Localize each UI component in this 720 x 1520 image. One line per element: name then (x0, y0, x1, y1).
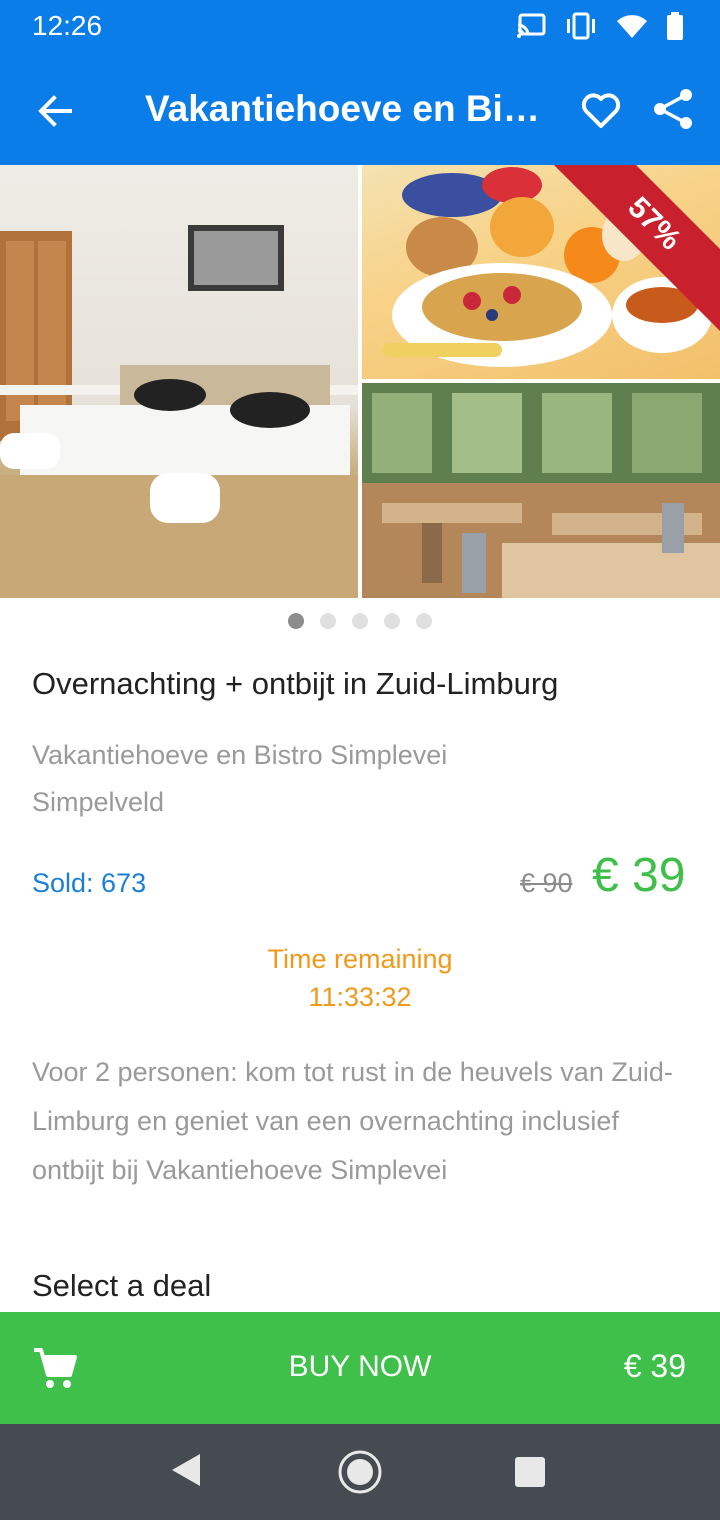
gallery-pagination (0, 613, 720, 629)
buy-now-button[interactable]: BUY NOW € 39 (0, 1312, 720, 1424)
system-nav-bar (0, 1424, 720, 1520)
deal-title: Overnachting + ontbijt in Zuid-Limburg (32, 666, 559, 701)
battery-icon (666, 12, 684, 40)
time-remaining-value: 11:33:32 (308, 982, 412, 1012)
status-bar: 12:26 (0, 0, 720, 56)
vibrate-icon (564, 12, 598, 40)
app-bar: Vakantiehoeve en Bistro Simplevei (0, 56, 720, 165)
deal-price: € 39 (592, 849, 686, 902)
status-time: 12:26 (32, 10, 103, 41)
select-deal-heading: Select a deal (32, 1268, 212, 1303)
breakfast-photo[interactable]: 57% (362, 165, 720, 379)
pagination-dot[interactable] (416, 613, 432, 629)
time-remaining-label: Time remaining (267, 944, 453, 974)
buy-now-price: € 39 (623, 1348, 686, 1384)
photo-gallery[interactable]: 57% (0, 165, 720, 598)
pagination-dot[interactable] (384, 613, 400, 629)
pagination-dot[interactable] (320, 613, 336, 629)
deal-description: Voor 2 personen: kom tot rust in de heuv… (32, 1057, 673, 1185)
sold-count: Sold: 673 (32, 868, 147, 898)
pagination-dot[interactable] (288, 613, 304, 629)
status-icons (516, 12, 684, 40)
back-arrow-icon[interactable] (30, 86, 80, 136)
pagination-dot[interactable] (352, 613, 368, 629)
restaurant-photo[interactable] (362, 383, 720, 598)
page-title: Vakantiehoeve en Bistro Simplevei (145, 88, 560, 129)
venue-city: Simpelveld (32, 787, 165, 817)
bedroom-photo[interactable] (0, 165, 358, 598)
share-icon[interactable] (650, 86, 696, 132)
cast-icon (516, 13, 546, 39)
buy-now-label: BUY NOW (288, 1350, 432, 1383)
original-price: € 90 (520, 868, 573, 898)
nav-home-icon[interactable] (336, 1448, 384, 1501)
venue-name: Vakantiehoeve en Bistro Simplevei (32, 740, 448, 770)
wifi-icon (616, 13, 648, 39)
nav-recents-icon[interactable] (514, 1456, 546, 1493)
nav-back-icon[interactable] (170, 1452, 202, 1493)
heart-icon[interactable] (578, 86, 624, 132)
